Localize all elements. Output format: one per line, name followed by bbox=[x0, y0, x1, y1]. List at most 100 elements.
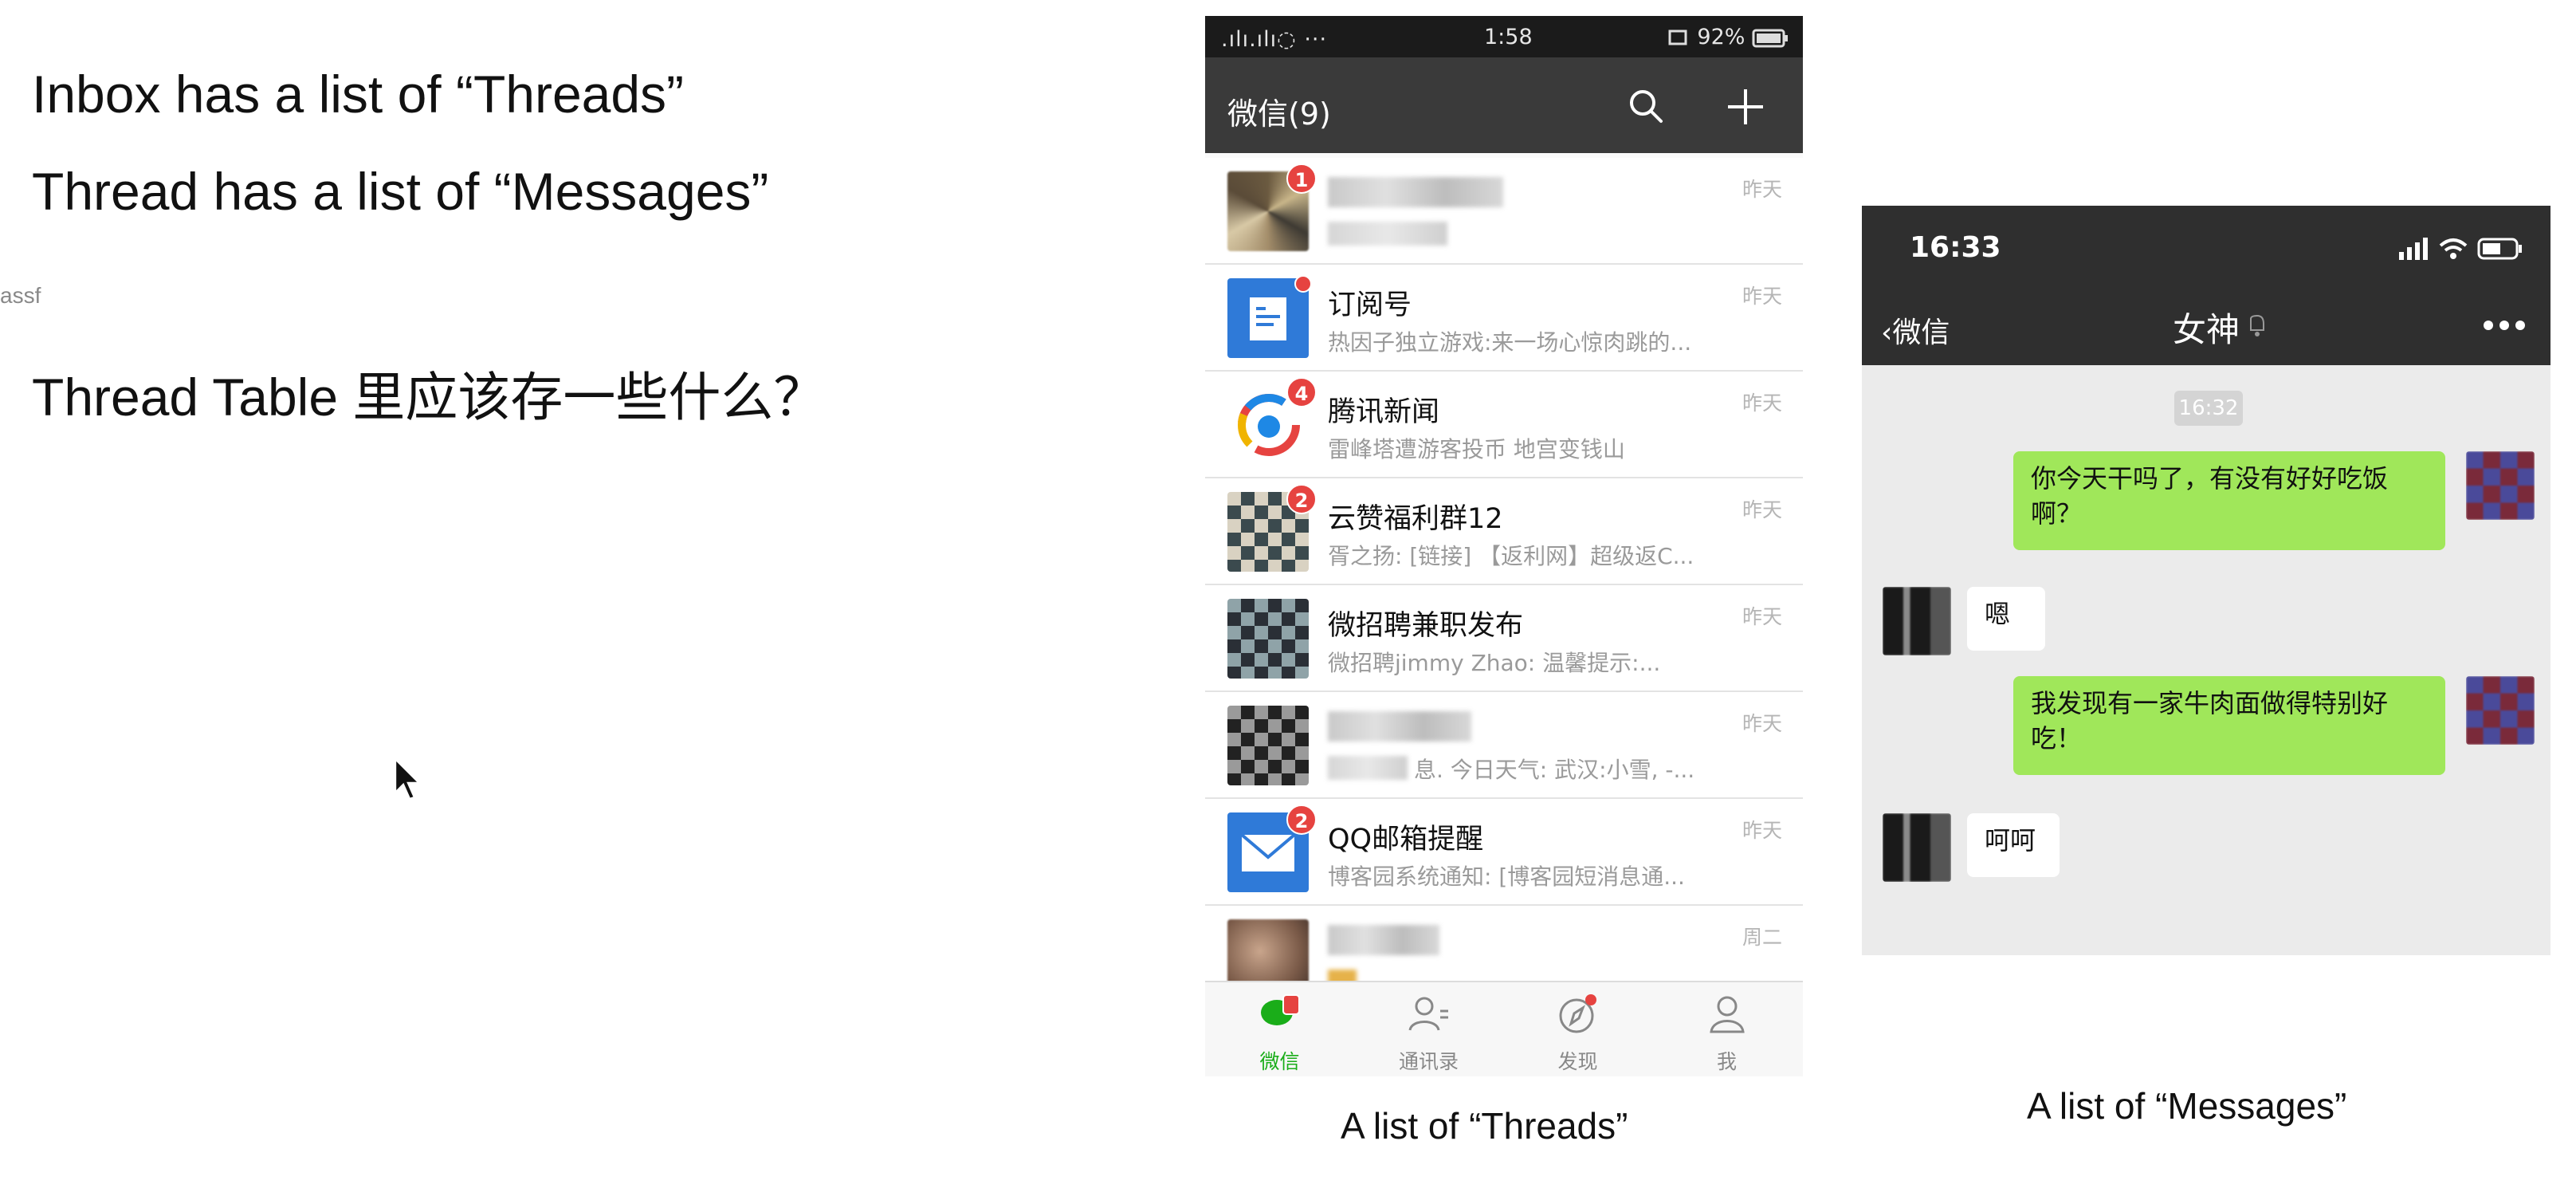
thread-row[interactable]: 订阅号 热因子独立游戏:来一场心惊肉跳的... 昨天 bbox=[1205, 265, 1803, 372]
thread-time: 昨天 bbox=[1742, 285, 1782, 308]
group-collage-avatar: 2 bbox=[1227, 484, 1317, 572]
mail-icon: 2 bbox=[1227, 805, 1317, 892]
unread-dot bbox=[1294, 275, 1312, 293]
bottom-tab-bar: 微信 通讯录 发现 我 bbox=[1205, 981, 1803, 1076]
incoming-message-bubble: 嗯 bbox=[1967, 587, 2045, 651]
my-avatar bbox=[2466, 451, 2535, 520]
back-label: 微信 bbox=[1892, 317, 1950, 349]
thread-preview: 微招聘jimmy Zhao: 温馨提示:... bbox=[1328, 650, 1661, 676]
thread-name: 微招聘兼职发布 bbox=[1328, 610, 1524, 642]
thread-list: 1 昨天 订阅号 热因子独立游戏:来一场心惊肉跳的... 昨天 4 腾讯新闻 雷… bbox=[1205, 158, 1803, 1013]
thread-preview: 博客园系统通知: [博客园短消息通... bbox=[1328, 864, 1685, 890]
document-icon bbox=[1227, 275, 1312, 358]
status-icons bbox=[2399, 238, 2522, 260]
chat-title: 女神 bbox=[2173, 310, 2240, 349]
doc-glyph-icon bbox=[1250, 297, 1286, 340]
contact-avatar bbox=[1883, 813, 1951, 882]
mouse-cursor-icon bbox=[394, 757, 422, 801]
collage-avatar: 1 bbox=[1227, 163, 1317, 251]
group-collage-avatar bbox=[1227, 706, 1309, 785]
tab-contacts[interactable]: 通讯录 bbox=[1354, 982, 1503, 1076]
thread-time: 昨天 bbox=[1742, 605, 1782, 628]
thread-row[interactable]: 息. 今日天气: 武汉:小雪, -... 昨天 bbox=[1205, 692, 1803, 799]
thread-row[interactable]: 2 云赞福利群12 胥之扬: [链接] 【返利网】超级返C... 昨天 bbox=[1205, 478, 1803, 585]
message-timestamp: 16:32 bbox=[2174, 391, 2243, 426]
thread-preview: 胥之扬: [链接] 【返利网】超级返C... bbox=[1328, 543, 1694, 569]
message-text: 我发现有一家牛肉面做得特别好 bbox=[2031, 688, 2389, 718]
chat-header: 16:33 ‹微信 女神 bbox=[1862, 206, 2550, 365]
incoming-message-bubble: 呵呵 bbox=[1967, 813, 2060, 877]
person-icon bbox=[1710, 996, 1745, 1033]
outgoing-message-bubble: 我发现有一家牛肉面做得特别好 吃！ bbox=[2013, 676, 2445, 775]
plus-icon[interactable] bbox=[1723, 85, 1768, 129]
thread-time: 昨天 bbox=[1742, 819, 1782, 842]
thread-name: 云赞福利群12 bbox=[1328, 503, 1503, 535]
thread-time: 昨天 bbox=[1742, 178, 1782, 201]
message-text: 你今天干吗了，有没有好好吃饭 bbox=[2031, 463, 2389, 494]
battery-percent: 92% bbox=[1697, 25, 1745, 49]
battery-indicator: 92% bbox=[1667, 25, 1790, 49]
thread-row[interactable]: 4 腾讯新闻 雷峰塔遭游客投币 地宫变钱山 昨天 bbox=[1205, 372, 1803, 478]
tab-chats[interactable]: 微信 bbox=[1205, 982, 1354, 1076]
thread-list-screenshot: .ılı.ılı◌ ··· 1:58 92% 微信(9) 1 昨天 订阅号 热因… bbox=[1205, 16, 1803, 1076]
message-text: 吃！ bbox=[2031, 723, 2083, 753]
thread-name: 腾讯新闻 bbox=[1328, 396, 1440, 428]
caption-threads: A list of “Threads” bbox=[1341, 1105, 1628, 1147]
unread-badge: 1 bbox=[1286, 163, 1317, 194]
envelope-icon bbox=[1240, 833, 1296, 871]
text-fragment: assf bbox=[0, 283, 41, 308]
thread-time: 昨天 bbox=[1742, 498, 1782, 521]
tab-me[interactable]: 我 bbox=[1652, 982, 1801, 1076]
thread-preview: 息. 今日天气: 武汉:小雪, -... bbox=[1414, 757, 1695, 783]
blurred-name bbox=[1328, 711, 1471, 742]
message-list-screenshot: 16:33 ‹微信 女神 16:32 你今天干吗了，有没有好好吃饭 啊？ 嗯 我… bbox=[1862, 206, 2550, 955]
contact-avatar bbox=[1883, 587, 1951, 655]
thread-name: 订阅号 bbox=[1328, 289, 1412, 321]
message-text: 呵呵 bbox=[1985, 825, 2036, 856]
alarm-icon bbox=[1668, 30, 1687, 45]
status-bar: .ılı.ılı◌ ··· 1:58 92% bbox=[1205, 16, 1803, 57]
chat-icon bbox=[1261, 994, 1300, 1025]
chevron-left-icon: ‹ bbox=[1881, 317, 1893, 349]
tab-label: 发现 bbox=[1557, 1050, 1598, 1073]
app-header: 微信(9) bbox=[1205, 57, 1803, 153]
tencent-news-logo: 4 bbox=[1227, 377, 1317, 465]
thread-time: 昨天 bbox=[1742, 712, 1782, 735]
my-avatar bbox=[2466, 676, 2535, 745]
battery-icon bbox=[1752, 29, 1788, 47]
tab-label: 微信 bbox=[1259, 1050, 1300, 1073]
caption-messages: A list of “Messages” bbox=[2027, 1085, 2347, 1127]
contacts-icon bbox=[1408, 997, 1448, 1031]
thread-preview: 热因子独立游戏:来一场心惊肉跳的... bbox=[1328, 329, 1692, 356]
app-title: 微信(9) bbox=[1227, 96, 1331, 132]
thread-name: QQ邮箱提醒 bbox=[1328, 824, 1484, 856]
outgoing-message-bubble: 你今天干吗了，有没有好好吃饭 啊？ bbox=[2013, 451, 2445, 550]
thread-preview: 雷峰塔遭游客投币 地宫变钱山 bbox=[1328, 436, 1625, 462]
thread-row[interactable]: 微招聘兼职发布 微招聘jimmy Zhao: 温馨提示:... 昨天 bbox=[1205, 585, 1803, 692]
blurred-name bbox=[1328, 925, 1439, 955]
mute-icon bbox=[2250, 314, 2264, 336]
unread-badge: 2 bbox=[1286, 484, 1317, 514]
back-button[interactable]: ‹微信 bbox=[1881, 309, 1950, 351]
tab-discover[interactable]: 发现 bbox=[1503, 982, 1652, 1076]
tab-label: 我 bbox=[1716, 1050, 1737, 1073]
unread-badge: 4 bbox=[1286, 377, 1317, 407]
signal-indicator: .ılı.ılı◌ ··· bbox=[1221, 27, 1328, 52]
thread-time: 昨天 bbox=[1742, 391, 1782, 415]
unread-badge: 2 bbox=[1286, 805, 1317, 835]
group-collage-avatar bbox=[1227, 599, 1309, 679]
thread-row[interactable]: 1 昨天 bbox=[1205, 158, 1803, 265]
message-text: 嗯 bbox=[1985, 599, 2011, 629]
compass-icon bbox=[1559, 994, 1596, 1033]
blurred-preview-prefix bbox=[1328, 756, 1408, 780]
blurred-preview bbox=[1328, 222, 1447, 246]
thread-row[interactable]: 2 QQ邮箱提醒 博客园系统通知: [博客园短消息通... 昨天 bbox=[1205, 799, 1803, 906]
thread-time: 周二 bbox=[1742, 926, 1782, 949]
tab-label: 通讯录 bbox=[1398, 1050, 1459, 1073]
more-icon[interactable] bbox=[2482, 317, 2527, 333]
search-icon[interactable] bbox=[1626, 86, 1666, 126]
blurred-name bbox=[1328, 177, 1503, 207]
slide-line-inbox: Inbox has a list of “Threads” bbox=[32, 65, 685, 124]
status-time: 1:58 bbox=[1484, 25, 1533, 49]
slide-question: Thread Table 里应该存一些什么？ bbox=[32, 368, 827, 427]
